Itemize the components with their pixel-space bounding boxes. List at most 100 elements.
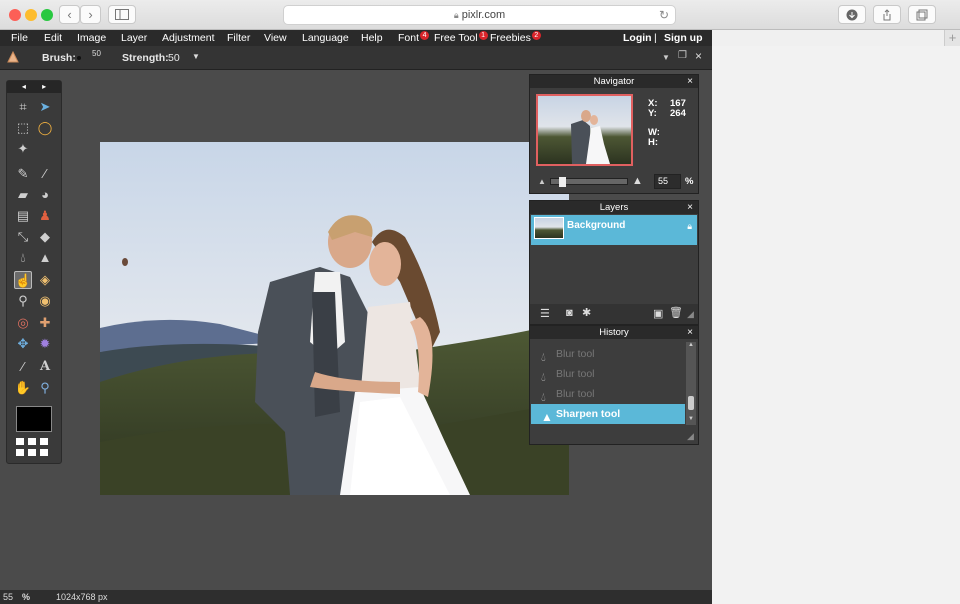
navigator-close-icon[interactable]: × [687,75,693,88]
minimize-window-button[interactable] [25,9,37,21]
layer-styles-icon[interactable]: ✱ [582,306,591,319]
grid-cell-icon[interactable] [28,449,36,456]
blur-tool-icon[interactable]: 💧︎ [14,249,32,267]
menu-edit[interactable]: Edit [44,32,62,44]
tool-options-bar: Brush: 50 Strength: 50 ▼ ▼ ❐ × [0,46,712,70]
layers-close-icon[interactable]: × [687,201,693,214]
status-zoom[interactable]: 55 [3,592,13,602]
menu-adjustment[interactable]: Adjustment [162,32,215,44]
zoom-slider[interactable] [550,177,628,187]
grid-cell-icon[interactable] [16,449,24,456]
move-tool-icon[interactable]: ➤ [36,98,54,116]
navigator-y-value: 264 [670,108,686,119]
scroll-up-icon[interactable]: ▲ [688,342,694,348]
history-resize-icon[interactable]: ◢ [687,431,694,442]
address-bar[interactable]: 🔒︎ pixlr.com ↻ [283,5,676,25]
brush-size-value[interactable]: 50 [92,49,101,58]
history-item[interactable]: 💧︎ Blur tool [531,364,685,384]
scrollbar-thumb[interactable] [688,396,694,410]
strength-value[interactable]: 50 [168,52,180,64]
zoom-out-icon[interactable]: ▲ [538,177,546,186]
pencil-tool-icon[interactable]: ✎ [14,165,32,183]
tabs-overview-button[interactable] [908,5,936,24]
menu-language[interactable]: Language [302,32,349,44]
restore-window-icon[interactable]: ❐ [678,50,687,61]
spot-heal-tool-icon[interactable]: ✚ [36,314,54,332]
zoom-in-icon[interactable]: ▲ [632,175,643,187]
menu-view[interactable]: View [264,32,287,44]
color-replace-icon[interactable]: ⤡ [14,228,32,246]
hand-tool-icon[interactable]: ✋ [14,379,32,397]
layer-row-background[interactable]: Background 🔒︎ [531,215,697,245]
clone-stamp-icon[interactable]: ♟ [36,207,54,225]
delete-layer-icon[interactable]: 🗑︎ [669,306,683,319]
sidebar-toggle-button[interactable] [108,5,136,24]
eraser-tool-icon[interactable]: ▰ [14,186,32,204]
collapse-arrow-icon[interactable]: ▼ [662,53,670,62]
scroll-down-icon[interactable]: ▼ [688,416,694,422]
history-scrollbar[interactable]: ▲ ▼ [686,342,696,425]
foreground-color-swatch[interactable] [16,406,52,432]
marquee-tool-icon[interactable]: ⬚ [14,119,32,137]
lasso-tool-icon[interactable]: ◯ [36,119,54,137]
magic-wand-icon[interactable]: ✦ [14,140,32,158]
navigator-thumbnail[interactable] [536,94,633,166]
red-eye-tool-icon[interactable]: ◎ [14,314,32,332]
crop-tool-icon[interactable]: ⌗ [14,98,32,116]
history-item[interactable]: 💧︎ Blur tool [531,344,685,364]
signup-link[interactable]: Sign up [664,32,703,44]
close-editor-icon[interactable]: × [695,49,702,63]
menu-free-tool[interactable]: Free Tool 1 [434,31,488,44]
menu-file[interactable]: File [11,32,28,44]
zoom-tool-icon[interactable]: ⚲ [36,379,54,397]
layer-settings-icon[interactable]: ☰ [540,307,550,320]
forward-button[interactable]: › [80,5,101,24]
zoom-input[interactable]: 55 [654,174,681,189]
close-window-button[interactable] [9,9,21,21]
reload-icon[interactable]: ↻ [659,6,669,24]
color-picker-icon[interactable]: ⁄ [14,358,32,376]
layers-resize-icon[interactable]: ◢ [687,309,694,320]
smudge-tool-icon[interactable]: ☝ [14,271,32,289]
menu-layer[interactable]: Layer [121,32,147,44]
layer-mask-icon[interactable]: ◙ [566,307,573,319]
new-layer-icon[interactable]: ▣ [653,307,663,320]
downloads-button[interactable] [838,5,866,24]
sharpen-tool-button-icon[interactable]: ▲ [36,249,54,267]
login-link[interactable]: Login [623,32,652,44]
menu-help[interactable]: Help [361,32,383,44]
history-item[interactable]: 💧︎ Blur tool [531,384,685,404]
burn-tool-icon[interactable]: ◉ [36,292,54,310]
share-button[interactable] [873,5,901,24]
menu-image[interactable]: Image [77,32,106,44]
menu-font[interactable]: Font 4 [398,31,430,44]
grid-cell-icon[interactable] [40,438,48,445]
type-tool-icon[interactable]: A [36,358,54,376]
grid-cell-icon[interactable] [16,438,24,445]
menu-filter[interactable]: Filter [227,32,250,44]
bloat-tool-icon[interactable]: ✥ [14,335,32,353]
dodge-tool-icon[interactable]: ⚲ [14,292,32,310]
grid-cell-icon[interactable] [40,449,48,456]
brush-preview-icon[interactable] [77,56,81,60]
brush-tool-icon[interactable]: ⁄ [36,165,54,183]
strength-dropdown-icon[interactable]: ▼ [192,52,200,61]
drawing-tool-icon[interactable]: ◆ [36,228,54,246]
layer-lock-icon[interactable]: 🔒︎ [687,221,692,232]
pinch-tool-icon[interactable]: ✹ [36,335,54,353]
grid-cell-icon[interactable] [28,438,36,445]
gradient-tool-icon[interactable]: ▤ [14,207,32,225]
canvas-image[interactable] [100,142,569,495]
zoom-slider-handle[interactable] [559,177,566,187]
share-icon [883,9,891,21]
menu-freebies[interactable]: Freebies 2 [490,31,541,44]
history-close-icon[interactable]: × [687,326,693,339]
sponge-tool-icon[interactable]: ◈ [36,271,54,289]
maximize-window-button[interactable] [41,9,53,21]
new-tab-button[interactable]: + [944,30,960,46]
tools-next-icon[interactable]: ▸ [42,82,46,91]
back-button[interactable]: ‹ [59,5,80,24]
paint-bucket-icon[interactable]: ◕ [36,186,54,204]
tools-prev-icon[interactable]: ◂ [22,82,26,91]
history-item-selected[interactable]: ▲ Sharpen tool [531,404,685,424]
